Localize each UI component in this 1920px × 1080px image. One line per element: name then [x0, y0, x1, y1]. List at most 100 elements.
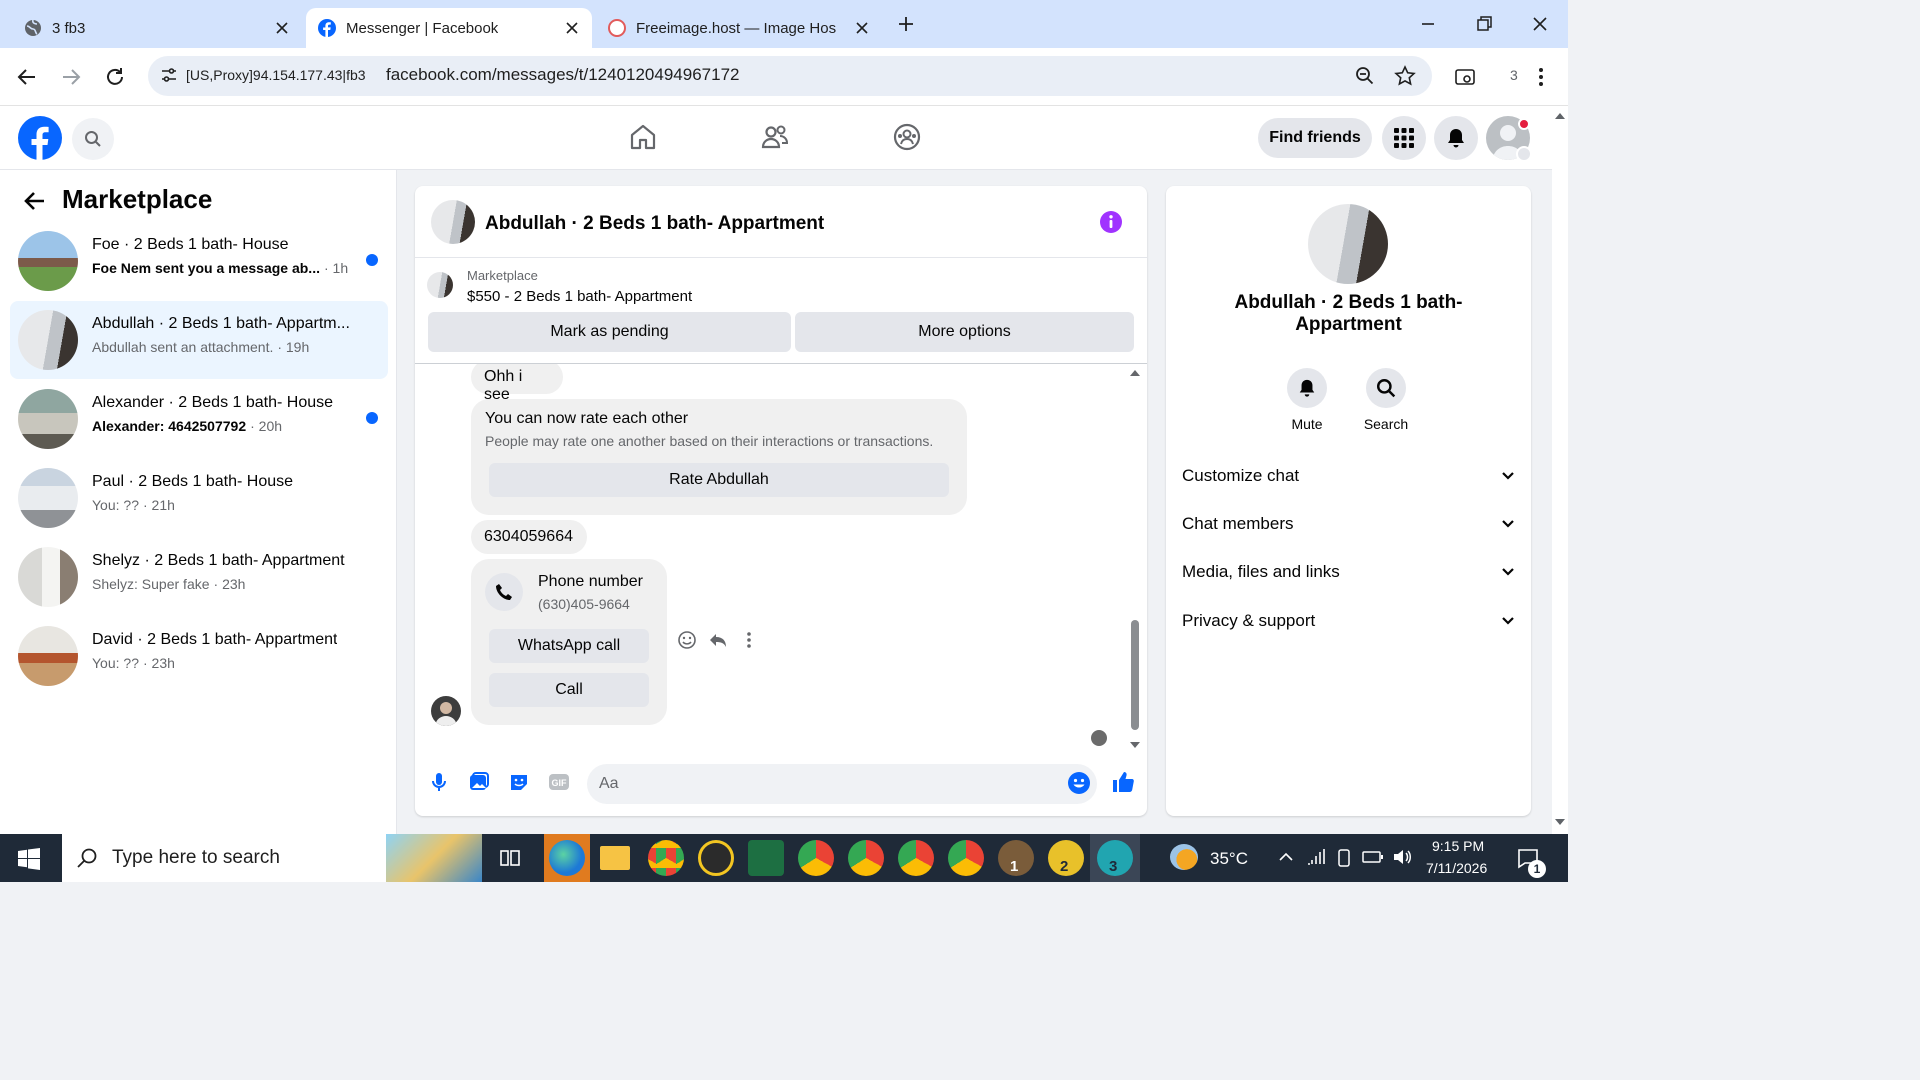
customize-chat-section[interactable]: Customize chat — [1182, 456, 1515, 496]
tab-messenger[interactable]: Messenger | Facebook — [306, 8, 592, 48]
bookmark-star-icon[interactable] — [1394, 65, 1416, 87]
scroll-up-icon[interactable] — [1129, 368, 1141, 378]
clock-date[interactable]: 7/11/2026 — [1426, 860, 1487, 876]
privacy-support-section[interactable]: Privacy & support — [1182, 601, 1515, 641]
weather-temperature[interactable]: 35°C — [1210, 849, 1248, 869]
thread-scrollbar[interactable] — [1129, 370, 1141, 748]
react-emoji-icon[interactable] — [677, 630, 697, 650]
reply-icon[interactable] — [708, 630, 728, 650]
taskbar-search[interactable]: Type here to search — [62, 834, 482, 882]
chat-title[interactable]: Abdullah · 2 Beds 1 bath- Appartment — [485, 213, 824, 235]
facebook-search-button[interactable] — [72, 118, 114, 160]
conversation-item[interactable]: Foe · 2 Beds 1 bath- House Foe Nem sent … — [10, 222, 388, 300]
more-actions-icon[interactable] — [741, 630, 757, 650]
whatsapp-call-button[interactable]: WhatsApp call — [489, 629, 649, 663]
scroll-up-icon[interactable] — [1554, 112, 1566, 120]
chevron-up-icon[interactable] — [1278, 852, 1294, 862]
sticker-icon[interactable] — [507, 770, 531, 794]
clock-time[interactable]: 9:15 PM — [1432, 838, 1484, 854]
conversation-item[interactable]: Shelyz · 2 Beds 1 bath- Appartment Shely… — [10, 538, 388, 616]
more-options-button[interactable]: More options — [795, 312, 1134, 352]
taskbar-edge-active[interactable] — [544, 834, 590, 882]
groups-icon[interactable] — [892, 122, 922, 152]
rate-user-button[interactable]: Rate Abdullah — [489, 463, 949, 497]
conversation-item[interactable]: Alexander · 2 Beds 1 bath- House Alexand… — [10, 380, 388, 458]
scroll-down-icon[interactable] — [1129, 740, 1141, 748]
app-x-icon[interactable] — [698, 840, 734, 876]
chrome-profile-a-icon[interactable] — [848, 840, 884, 876]
message-bubble[interactable]: Ohh i see — [471, 364, 563, 403]
tab-search-icon[interactable] — [1454, 66, 1476, 88]
page-scrollbar[interactable] — [1552, 106, 1568, 834]
back-arrow-icon[interactable] — [16, 66, 38, 88]
media-files-links-section[interactable]: Media, files and links — [1182, 552, 1515, 592]
mute-button[interactable]: Mute — [1277, 368, 1337, 432]
file-explorer-icon[interactable] — [600, 846, 630, 870]
search-conversation-button[interactable]: Search — [1356, 368, 1416, 432]
phone-link-icon[interactable] — [1336, 848, 1352, 868]
close-icon[interactable] — [854, 20, 870, 36]
contact-avatar[interactable] — [1308, 204, 1388, 284]
conversation-item[interactable]: David · 2 Beds 1 bath- Appartment You: ?… — [10, 617, 388, 695]
volume-icon[interactable] — [1392, 848, 1412, 866]
kebab-menu-icon[interactable] — [1530, 66, 1552, 88]
search-icon — [77, 848, 97, 868]
chrome-profile-b-icon[interactable] — [798, 840, 834, 876]
photo-icon[interactable] — [467, 770, 491, 794]
minimize-icon[interactable] — [1418, 14, 1438, 34]
listing-thumbnail[interactable] — [427, 272, 453, 298]
sender-avatar[interactable] — [431, 696, 461, 726]
gif-icon[interactable]: GIF — [547, 770, 571, 794]
message-bubble[interactable]: 6304059664 — [471, 520, 587, 554]
mark-as-pending-button[interactable]: Mark as pending — [428, 312, 791, 352]
info-icon[interactable] — [1099, 210, 1123, 234]
new-tab-icon[interactable] — [896, 14, 916, 34]
address-bar[interactable]: [US,Proxy]94.154.177.43|fb3 facebook.com… — [148, 56, 1432, 96]
url-text[interactable]: facebook.com/messages/t/1240120494967172 — [386, 65, 739, 85]
forward-arrow-icon[interactable] — [60, 66, 82, 88]
close-icon[interactable] — [564, 20, 580, 36]
windows-start-icon[interactable] — [18, 848, 40, 870]
scrollbar-thumb[interactable] — [1131, 620, 1139, 730]
call-button[interactable]: Call — [489, 673, 649, 707]
marketplace-listing-bar: Marketplace $550 - 2 Beds 1 bath- Appart… — [415, 258, 1147, 364]
thumbs-up-icon[interactable] — [1111, 770, 1135, 794]
facebook-logo-icon[interactable] — [18, 116, 62, 160]
conversation-item-active[interactable]: Abdullah · 2 Beds 1 bath- Appartm... Abd… — [10, 301, 388, 379]
zoom-icon[interactable] — [1354, 65, 1376, 87]
emoji-icon[interactable] — [1067, 771, 1091, 795]
find-friends-button[interactable]: Find friends — [1258, 118, 1372, 158]
restore-icon[interactable] — [1474, 14, 1494, 34]
tab-fb3[interactable]: 3 fb3 — [12, 8, 302, 48]
scroll-down-icon[interactable] — [1554, 818, 1566, 826]
chrome-profile-z-icon[interactable] — [948, 840, 984, 876]
friends-icon[interactable] — [760, 122, 790, 152]
listing-title[interactable]: $550 - 2 Beds 1 bath- Appartment — [467, 288, 692, 305]
chat-members-section[interactable]: Chat members — [1182, 504, 1515, 544]
chrome-profile-s-icon[interactable] — [898, 840, 934, 876]
close-icon[interactable] — [274, 20, 290, 36]
window-close-icon[interactable] — [1530, 14, 1550, 34]
reload-icon[interactable] — [104, 66, 126, 88]
message-input[interactable]: Aa — [587, 764, 1097, 804]
extension-count[interactable]: 3 — [1510, 67, 1518, 83]
network-icon[interactable] — [1306, 848, 1326, 866]
browser-profile-1-icon[interactable]: 1 — [998, 840, 1034, 876]
browser-profile-2-icon[interactable]: 2 — [1048, 840, 1084, 876]
chat-avatar[interactable] — [431, 200, 475, 244]
battery-icon[interactable] — [1362, 850, 1384, 864]
chrome-icon[interactable] — [648, 840, 684, 876]
microphone-icon[interactable] — [427, 770, 451, 794]
site-info[interactable]: [US,Proxy]94.154.177.43|fb3 — [160, 66, 366, 84]
notifications-button[interactable] — [1434, 116, 1478, 160]
task-view-icon[interactable] — [498, 846, 522, 870]
taskbar-active-app[interactable]: 3 — [1090, 834, 1140, 882]
chevron-down-icon[interactable] — [1516, 146, 1532, 162]
back-arrow-icon[interactable] — [22, 188, 48, 214]
weather-icon[interactable] — [1170, 844, 1198, 870]
tab-freeimage[interactable]: Freeimage.host — Image Hostin — [596, 8, 882, 48]
conversation-item[interactable]: Paul · 2 Beds 1 bath- House You: ?? · 21h — [10, 459, 388, 537]
home-icon[interactable] — [628, 122, 658, 152]
excel-icon[interactable] — [748, 840, 784, 876]
menu-button[interactable] — [1382, 116, 1426, 160]
